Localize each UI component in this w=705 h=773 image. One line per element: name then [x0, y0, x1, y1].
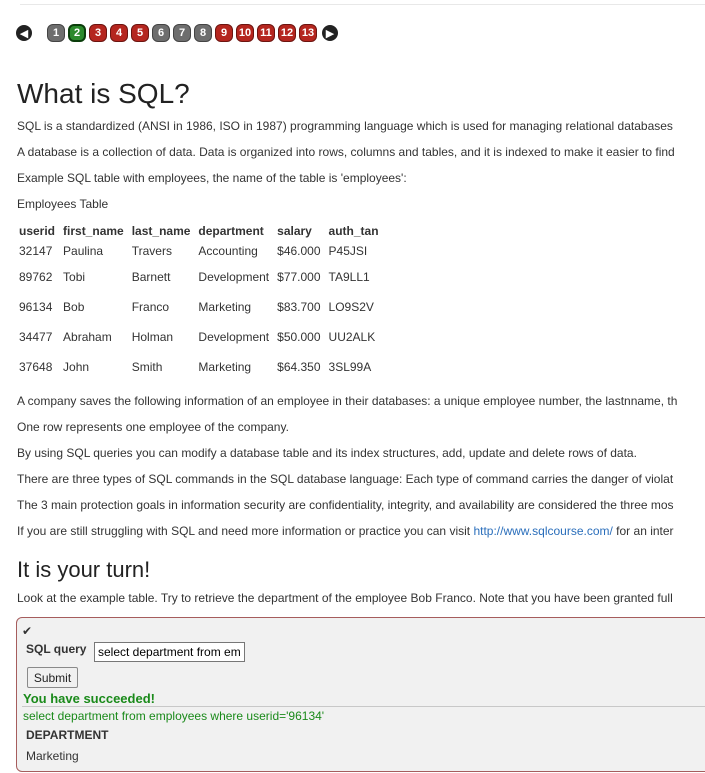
table-cell: Smith	[131, 360, 163, 374]
table-cell: Bob	[63, 300, 85, 314]
table-cell: TA9LL1	[328, 270, 370, 284]
table-row: 96134 Bob Franco Marketing $83.700 LO9S2V	[15, 292, 383, 322]
page-button-4[interactable]: 4	[110, 24, 128, 42]
more-info-text-end: for an inter	[612, 524, 674, 538]
success-message: You have succeeded!	[23, 691, 155, 706]
table-cell: Development	[198, 270, 270, 284]
result-value: Marketing	[26, 749, 79, 763]
column-header-last-name: last_name	[131, 224, 191, 238]
table-cell: Accounting	[198, 244, 258, 258]
sql-query-label: SQL query	[26, 642, 87, 656]
lesson-pagination: ◀ 1 2 3 4 5 6 7 8 9 10 11 12 13 ▶	[16, 23, 338, 43]
paragraph-command-types: There are three types of SQL commands in…	[17, 472, 674, 486]
previous-page-arrow-icon[interactable]: ◀	[16, 25, 32, 41]
table-cell: P45JSI	[328, 244, 368, 258]
table-cell: Barnett	[131, 270, 171, 284]
table-cell: $46.000	[277, 244, 321, 258]
checkmark-icon: ✔	[22, 624, 33, 638]
page-button-5[interactable]: 5	[131, 24, 149, 42]
table-cell: 96134	[19, 300, 53, 314]
table-row: 34477 Abraham Holman Development $50.000 UU2A…	[15, 322, 383, 352]
submit-button[interactable]: Submit	[27, 667, 78, 688]
more-info-text: If you are still struggling with SQL and…	[17, 524, 474, 538]
table-cell: UU2ALK	[328, 330, 376, 344]
column-header-auth-tan: auth_tan	[328, 224, 379, 238]
page-buttons: 1 2 3 4 5 6 7 8 9 10 11 12 13	[47, 24, 320, 42]
top-divider	[20, 4, 705, 5]
table-row: 89762 Tobi Barnett Development $77.000 TA9LL1	[15, 262, 383, 292]
paragraph-protection-goals: The 3 main protection goals in informati…	[17, 498, 674, 512]
table-cell: 34477	[19, 330, 53, 344]
table-cell: Travers	[131, 244, 172, 258]
intro-paragraph-1: SQL is a standardized (ANSI in 1986, ISO…	[17, 119, 673, 133]
table-row: 32147 Paulina Travers Accounting $46.000 P45J…	[15, 240, 383, 262]
table-cell: 89762	[19, 270, 53, 284]
table-cell: $83.700	[277, 300, 321, 314]
table-cell: $64.350	[277, 360, 321, 374]
column-header-department: department	[198, 224, 264, 238]
paragraph-one-row: One row represents one employee of the c…	[17, 420, 289, 434]
page-button-3[interactable]: 3	[89, 24, 107, 42]
lesson-title: What is SQL?	[17, 78, 190, 109]
page-button-2[interactable]: 2	[68, 24, 86, 42]
sql-query-input[interactable]	[94, 642, 245, 662]
output-divider	[22, 706, 705, 707]
table-cell: Paulina	[63, 244, 104, 258]
table-cell: Tobi	[63, 270, 86, 284]
table-cell: Marketing	[198, 360, 252, 374]
page-button-11[interactable]: 11	[257, 24, 275, 42]
result-column-header: DEPARTMENT	[26, 728, 109, 742]
table-cell: 37648	[19, 360, 53, 374]
table-caption: Employees Table	[17, 197, 109, 211]
task-title: It is your turn!	[17, 557, 151, 582]
page-button-1[interactable]: 1	[47, 24, 65, 42]
intro-paragraph-2: A database is a collection of data. Data…	[17, 145, 675, 159]
page-button-10[interactable]: 10	[236, 24, 254, 42]
column-header-userid: userid	[19, 224, 56, 238]
table-cell: Franco	[131, 300, 170, 314]
page-button-12[interactable]: 12	[278, 24, 296, 42]
paragraph-more-info: If you are still struggling with SQL and…	[17, 523, 674, 539]
page-button-6[interactable]: 6	[152, 24, 170, 42]
page-button-13[interactable]: 13	[299, 24, 317, 42]
paragraph-sql-queries: By using SQL queries you can modify a da…	[17, 446, 637, 460]
executed-query-text: select department from employees where u…	[23, 709, 325, 723]
page-button-8[interactable]: 8	[194, 24, 212, 42]
next-page-arrow-icon[interactable]: ▶	[322, 25, 338, 41]
table-cell: LO9S2V	[328, 300, 374, 314]
table-cell: $50.000	[277, 330, 321, 344]
task-instructions: Look at the example table. Try to retrie…	[17, 591, 673, 605]
table-header-row: userid first_name last_name department salar…	[15, 222, 383, 240]
table-cell: Development	[198, 330, 270, 344]
table-cell: $77.000	[277, 270, 321, 284]
page-button-9[interactable]: 9	[215, 24, 233, 42]
intro-paragraph-3: Example SQL table with employees, the na…	[17, 171, 407, 185]
table-cell: 3SL99A	[328, 360, 372, 374]
page-button-7[interactable]: 7	[173, 24, 191, 42]
table-row: 37648 John Smith Marketing $64.350 3SL99A	[15, 352, 383, 382]
employees-table: userid first_name last_name department salar…	[15, 222, 383, 382]
paragraph-company-info: A company saves the following informatio…	[17, 394, 678, 408]
table-cell: Abraham	[63, 330, 112, 344]
table-cell: Holman	[131, 330, 174, 344]
column-header-salary: salary	[277, 224, 312, 238]
sqlcourse-link[interactable]: http://www.sqlcourse.com/	[473, 524, 612, 538]
column-header-first-name: first_name	[63, 224, 124, 238]
table-cell: Marketing	[198, 300, 252, 314]
table-cell: 32147	[19, 244, 53, 258]
table-cell: John	[63, 360, 90, 374]
